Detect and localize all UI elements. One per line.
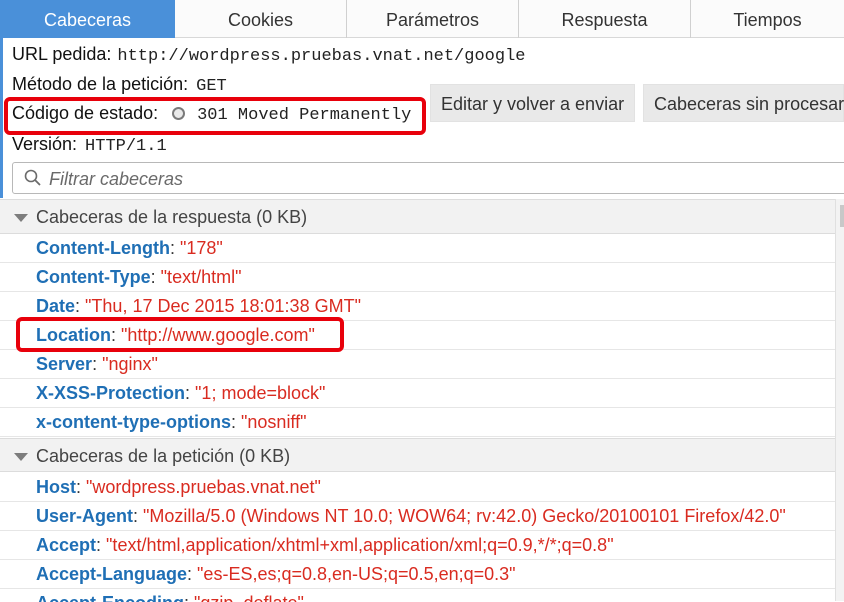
method-value: GET [196,77,227,96]
edit-resend-button[interactable]: Editar y volver a enviar [430,84,636,122]
raw-headers-button[interactable]: Cabeceras sin procesar [643,84,844,122]
header-value: "nosniff" [241,412,307,432]
header-name: X-XSS-Protection [36,383,186,403]
section-title: Cabeceras de la respuesta (0 KB) [36,207,308,227]
triangle-down-icon [14,214,28,222]
tab-cookies[interactable]: Cookies [175,0,347,38]
header-value: "text/html" [160,267,242,287]
header-value: "178" [179,238,223,258]
header-name: User-Agent [36,506,134,526]
url-line: URL pedida: http://wordpress.pruebas.vnat… [12,44,525,66]
status-circle-icon [172,106,186,120]
header-value: "es-ES,es;q=0.8,en-US;q=0.5,en;q=0.3" [197,564,516,584]
header-value: "nginx" [102,354,158,374]
status-label: Código de estado: [12,103,159,123]
header-value: "text/html,application/xhtml+xml,applica… [106,535,614,555]
tab-cabeceras[interactable]: Cabeceras [0,0,175,38]
header-value: "Mozilla/5.0 (Windows NT 10.0; WOW64; rv… [143,506,786,526]
version-value: HTTP/1.1 [85,137,167,156]
header-name: Accept [36,535,97,555]
header-name: Content-Type [36,267,151,287]
version-line: Versión: HTTP/1.1 [12,134,167,156]
response-headers-section[interactable]: Cabeceras de la respuesta (0 KB) [0,200,835,234]
table-row[interactable]: Date: "Thu, 17 Dec 2015 18:01:38 GMT" [0,292,835,321]
header-value: "wordpress.pruebas.vnat.net" [86,477,321,497]
active-indicator [0,38,3,198]
table-row[interactable]: Server: "nginx" [0,350,835,379]
table-row[interactable]: Content-Type: "text/html" [0,263,835,292]
search-icon [24,169,41,186]
table-row[interactable]: Location: "http://www.google.com" [0,321,835,350]
header-name: Content-Length [36,238,170,258]
headers-list: Cabeceras de la respuesta (0 KB) Content… [0,199,835,602]
section-title: Cabeceras de la petición (0 KB) [36,446,291,466]
tab-bar: Cabeceras Cookies Parámetros Respuesta T… [0,0,844,38]
url-label: URL pedida: [12,44,112,64]
header-name: x-content-type-options [36,412,231,432]
method-label: Método de la petición: [12,74,189,94]
url-value: http://wordpress.pruebas.vnat.net/google [117,47,526,66]
table-row[interactable]: Accept-Language: "es-ES,es;q=0.8,en-US;q=… [0,560,835,589]
version-label: Versión: [12,134,78,154]
table-row[interactable]: Content-Length: "178" [0,234,835,263]
header-value: "Thu, 17 Dec 2015 18:01:38 GMT" [85,296,361,316]
tab-respuesta[interactable]: Respuesta [519,0,691,38]
table-row[interactable]: Host: "wordpress.pruebas.vnat.net" [0,473,835,502]
tab-tiempos[interactable]: Tiempos [691,0,844,38]
scrollbar-thumb[interactable] [840,205,844,227]
header-name: Date [36,296,76,316]
header-value: "1; mode=block" [195,383,326,403]
scrollbar[interactable] [835,199,844,601]
table-row[interactable]: Accept-Encoding:"gzip, deflate" [0,589,835,602]
header-name: Host [36,477,76,497]
header-name: Location [36,325,111,345]
table-row[interactable]: User-Agent: "Mozilla/5.0 (Windows NT 10.0… [0,502,835,531]
header-value: "http://www.google.com" [121,325,315,345]
status-value: 301 Moved Permanently [197,106,412,125]
header-name: Accept-Language [36,564,188,584]
method-line: Método de la petición: GET [12,74,227,96]
filter-input[interactable] [47,165,831,193]
status-line: Código de estado: 301 Moved Permanently [12,103,411,125]
table-row[interactable]: X-XSS-Protection: "1; mode=block" [0,379,835,408]
table-row[interactable]: Accept: "text/html,application/xhtml+xml,… [0,531,835,560]
triangle-down-icon [14,453,28,461]
request-headers-section[interactable]: Cabeceras de la petición (0 KB) [0,438,835,472]
tab-parametros[interactable]: Parámetros [347,0,519,38]
header-name: Server [36,354,93,374]
filter-box [12,162,844,194]
table-row[interactable]: x-content-type-options: "nosniff" [0,408,835,437]
